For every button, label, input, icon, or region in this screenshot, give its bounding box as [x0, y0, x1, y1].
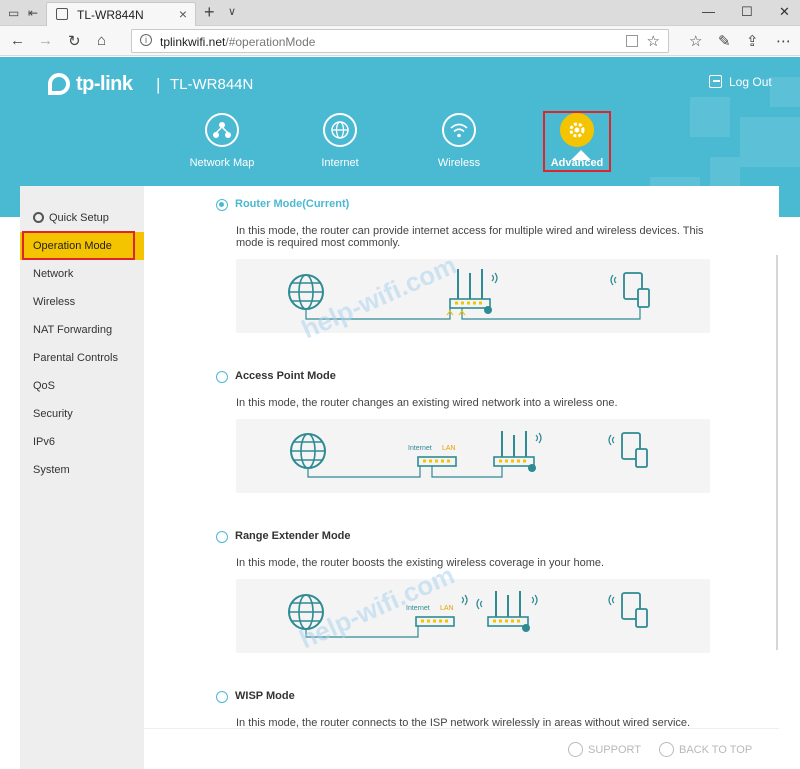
tab-title: TL-WR844N [77, 8, 144, 22]
mode-title: Router Mode(Current) [235, 198, 350, 210]
mode-title: Range Extender Mode [235, 530, 351, 542]
mode-description: In this mode, the router boosts the exis… [236, 557, 605, 569]
arrow-up-icon [659, 742, 674, 757]
tp-link-mark-icon [48, 73, 70, 95]
back-tabs-icon[interactable]: ⇤ [28, 6, 38, 20]
mode-description: In this mode, the router can provide int… [236, 225, 704, 249]
lan-port-label: LAN [442, 445, 456, 452]
advanced-highlight-box [543, 111, 611, 172]
client-devices-icon [610, 272, 650, 308]
close-tab-icon[interactable]: × [179, 6, 187, 22]
more-icon[interactable]: ⋯ [776, 32, 791, 50]
range-extender-mode-radio[interactable] [216, 531, 228, 543]
content-scrollbar[interactable] [776, 255, 778, 650]
nav-internet[interactable]: Internet [295, 113, 385, 169]
sidebar-item-ipv6[interactable]: IPv6 [20, 428, 144, 456]
address-bar[interactable]: i tplinkwifi.net/#operationMode ☆ [131, 29, 669, 53]
internet-globe-icon [290, 433, 326, 469]
close-window-icon[interactable]: ✕ [779, 4, 790, 20]
browser-tab[interactable]: TL-WR844N × [46, 2, 196, 26]
minimize-icon[interactable]: — [702, 4, 715, 19]
sidebar-item-network[interactable]: Network [20, 260, 144, 288]
nav-network-map[interactable]: Network Map [177, 113, 267, 169]
wifi-icon [442, 113, 476, 147]
page-footer: SUPPORT BACK TO TOP [144, 728, 779, 769]
extender-router-icon [476, 591, 538, 632]
router-model: TL-WR844N [170, 76, 254, 93]
internet-port-label: Internet [408, 445, 432, 452]
sidebar-item-system[interactable]: System [20, 456, 144, 484]
sidebar-item-nat-forwarding[interactable]: NAT Forwarding [20, 316, 144, 344]
favorites-list-icon[interactable]: ☆ [689, 32, 702, 50]
sidebar-item-quick-setup[interactable]: Quick Setup [20, 204, 144, 232]
sidebar: Quick Setup Operation Mode Network Wirel… [20, 186, 144, 769]
router-icon [493, 431, 542, 472]
globe-icon [323, 113, 357, 147]
nav-wireless[interactable]: Wireless [414, 113, 504, 169]
home-icon[interactable]: ⌂ [97, 32, 106, 49]
share-icon[interactable]: ⇪ [746, 32, 759, 50]
modem-icon [417, 456, 457, 467]
mode-description: In this mode, the router changes an exis… [236, 397, 618, 409]
browser-tab-bar: ▭ ⇤ TL-WR844N × + ∨ — ☐ ✕ [0, 0, 800, 26]
refresh-icon[interactable]: ↻ [68, 32, 81, 50]
wisp-mode-radio[interactable] [216, 691, 228, 703]
sidebar-item-wireless[interactable]: Wireless [20, 288, 144, 316]
sidebar-item-security[interactable]: Security [20, 400, 144, 428]
reading-view-icon[interactable] [626, 35, 638, 47]
sidebar-item-parental-controls[interactable]: Parental Controls [20, 344, 144, 372]
headset-icon [568, 742, 583, 757]
network-map-icon [205, 113, 239, 147]
site-info-icon[interactable]: i [140, 34, 152, 46]
back-to-top-link[interactable]: BACK TO TOP [659, 742, 752, 757]
internet-globe-icon [288, 274, 324, 310]
mode-title: Access Point Mode [235, 370, 336, 382]
maximize-icon[interactable]: ☐ [741, 4, 753, 20]
access-point-mode-radio[interactable] [216, 371, 228, 383]
sidebar-item-qos[interactable]: QoS [20, 372, 144, 400]
support-link[interactable]: SUPPORT [568, 742, 641, 757]
client-devices-icon [608, 432, 648, 468]
new-tab-icon[interactable]: + [204, 2, 215, 23]
mode-title: WISP Mode [235, 690, 295, 702]
router-mode-radio[interactable] [216, 199, 228, 211]
favorite-star-icon[interactable]: ☆ [647, 32, 660, 50]
url-text: tplinkwifi.net/#operationMode [160, 35, 316, 49]
browser-nav-bar: ← → ↻ ⌂ i tplinkwifi.net/#operationMode … [0, 26, 800, 56]
page-favicon-icon [56, 8, 68, 20]
logout-icon [709, 75, 722, 88]
active-nav-pointer [571, 150, 591, 160]
tab-list-chevron-icon[interactable]: ∨ [228, 5, 236, 18]
lan-port-label: LAN [440, 605, 454, 612]
quick-setup-gear-icon [33, 212, 44, 223]
operation-mode-panel: Router Mode(Current) In this mode, the r… [144, 186, 779, 769]
operation-mode-highlight-box [22, 231, 135, 260]
pen-icon[interactable]: ✎ [718, 32, 731, 50]
forward-arrow-icon[interactable]: → [38, 32, 53, 49]
brand-name: tp-link [76, 73, 133, 95]
tab-actions-icon[interactable]: ▭ [8, 6, 19, 20]
client-devices-icon [608, 592, 648, 628]
access-point-mode-diagram: Internet LAN [236, 419, 710, 493]
back-arrow-icon[interactable]: ← [10, 32, 25, 49]
